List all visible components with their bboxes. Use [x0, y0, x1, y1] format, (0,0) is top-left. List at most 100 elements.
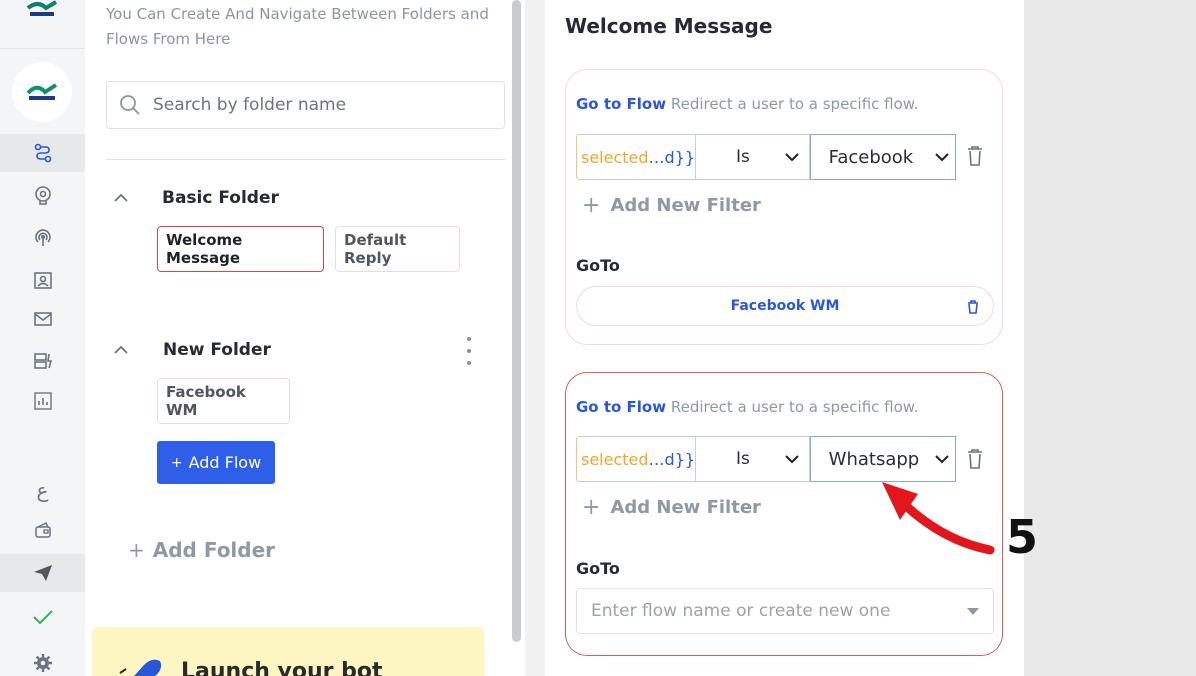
add-folder-button[interactable]: + Add Folder [128, 538, 275, 562]
folder-header-new[interactable]: New Folder [110, 339, 271, 361]
chevron-down-icon [784, 454, 799, 463]
nav-status[interactable] [0, 598, 85, 636]
nav-wallet[interactable] [0, 511, 85, 549]
icon-sidebar: ع [0, 0, 85, 676]
language-icon: ع [36, 478, 49, 502]
filter-operator-select[interactable]: Is [696, 134, 810, 180]
chevron-down-icon [935, 454, 949, 463]
goto-flow-field[interactable]: Facebook WM [576, 286, 994, 326]
add-filter-button[interactable]: + Add New Filter [582, 495, 761, 520]
operator-value: Is [736, 147, 750, 167]
folder-search[interactable] [106, 81, 505, 129]
goto-flow-input[interactable]: Enter flow name or create new one [576, 588, 994, 634]
filter-operator-select[interactable]: Is [696, 436, 810, 482]
filter-value: Facebook [828, 146, 914, 168]
nav-flows[interactable] [0, 134, 85, 172]
contacts-icon [33, 272, 52, 289]
nav-send[interactable] [0, 554, 85, 592]
flow-chip-default-reply[interactable]: Default Reply [335, 226, 460, 272]
send-icon [33, 565, 52, 581]
operator-value: Is [736, 449, 750, 469]
gear-icon [33, 654, 52, 672]
analytics-icon [33, 392, 52, 410]
folder-header-basic[interactable]: Basic Folder [110, 187, 279, 209]
flows-icon [34, 143, 51, 163]
panel-gap [525, 0, 545, 676]
folders-description: You Can Create And Navigate Between Fold… [106, 5, 489, 48]
search-icon [120, 95, 140, 115]
goto-flow-card: Go to Flow Redirect a user to a specific… [565, 69, 1003, 345]
nav-analytics[interactable] [0, 382, 85, 420]
wallet-icon [34, 521, 51, 538]
panel-scrollbar[interactable] [512, 0, 521, 642]
variable-prefix: selected [581, 147, 649, 167]
nav-contacts[interactable] [0, 261, 85, 299]
variable-prefix: selected [581, 449, 649, 469]
flow-editor: Welcome Message Go to Flow Redirect a us… [545, 0, 1024, 676]
app-window: ع You Can Create And Navigate Between Fo… [0, 0, 1196, 676]
chevron-up-icon[interactable] [110, 187, 132, 209]
panel-divider [106, 159, 505, 160]
variable-ellipsis: … [648, 449, 665, 469]
chevron-down-icon [784, 152, 799, 161]
filter-value-select[interactable]: Facebook [809, 134, 956, 180]
goto-flow-value: Facebook WM [730, 298, 840, 314]
inbox-icon [33, 312, 52, 326]
variable-ellipsis: … [648, 147, 665, 167]
flow-chip-welcome-message[interactable]: Welcome Message [157, 226, 324, 272]
card-header: Go to Flow Redirect a user to a specific… [576, 398, 918, 416]
filter-variable-field[interactable]: selected… d}} [576, 134, 696, 180]
add-filter-label: Add New Filter [610, 497, 761, 518]
editor-title: Welcome Message [565, 14, 773, 38]
canvas-background [1024, 0, 1196, 676]
caret-down-icon[interactable] [967, 607, 979, 615]
folder-name: New Folder [163, 340, 271, 360]
brand-logo-icon [26, 83, 58, 100]
action-description: Redirect a user to a specific flow. [670, 398, 919, 416]
nav-bot-settings[interactable] [0, 176, 85, 214]
add-filter-label: Add New Filter [610, 195, 761, 216]
filter-row: selected… d}} Is Facebook [576, 134, 956, 180]
trash-icon[interactable] [967, 300, 979, 314]
flow-chip-facebook-wm[interactable]: Facebook WM [157, 378, 290, 424]
delete-filter-trash-icon[interactable] [966, 145, 984, 167]
folders-panel: You Can Create And Navigate Between Fold… [85, 0, 525, 676]
bot-settings-icon [34, 186, 51, 205]
plus-icon: + [582, 193, 601, 218]
action-label: Go to Flow [576, 95, 667, 113]
chevron-up-icon[interactable] [110, 339, 132, 361]
launch-bot-text: Launch your bot [181, 659, 383, 676]
delete-filter-trash-icon[interactable] [966, 448, 984, 470]
annotation-arrow-icon [882, 482, 995, 555]
add-filter-button[interactable]: + Add New Filter [582, 193, 761, 218]
nav-language[interactable]: ع [0, 471, 85, 509]
filter-value: Whatsapp [828, 448, 920, 470]
card-header: Go to Flow Redirect a user to a specific… [576, 95, 918, 113]
nav-settings[interactable] [0, 644, 85, 676]
goto-label: GoTo [576, 256, 620, 275]
templates-icon [33, 353, 52, 369]
launch-bot-banner[interactable]: Launch your bot [92, 627, 484, 676]
add-flow-label: Add Flow [188, 453, 262, 472]
action-description: Redirect a user to a specific flow. [670, 95, 919, 113]
filter-variable-field[interactable]: selected… d}} [576, 436, 696, 482]
plus-icon: + [128, 538, 145, 562]
add-flow-button[interactable]: + Add Flow [157, 441, 275, 484]
folder-menu-kebab-icon[interactable] [465, 337, 473, 365]
rocket-icon [119, 659, 162, 676]
folder-search-input[interactable] [153, 95, 473, 115]
action-label: Go to Flow [576, 398, 667, 416]
annotation-step-number: 5 [1006, 510, 1039, 564]
bot-avatar[interactable] [12, 62, 72, 122]
check-icon [32, 610, 53, 625]
goto-flow-placeholder: Enter flow name or create new one [591, 601, 891, 621]
folder-name: Basic Folder [162, 188, 279, 208]
rail-divider [0, 48, 85, 49]
variable-suffix: d}} [664, 449, 696, 469]
nav-inbox[interactable] [0, 300, 85, 338]
plus-icon: + [170, 454, 183, 471]
chevron-down-icon [935, 152, 949, 161]
nav-broadcast[interactable] [0, 219, 85, 257]
plus-icon: + [582, 495, 601, 520]
nav-templates[interactable] [0, 342, 85, 380]
